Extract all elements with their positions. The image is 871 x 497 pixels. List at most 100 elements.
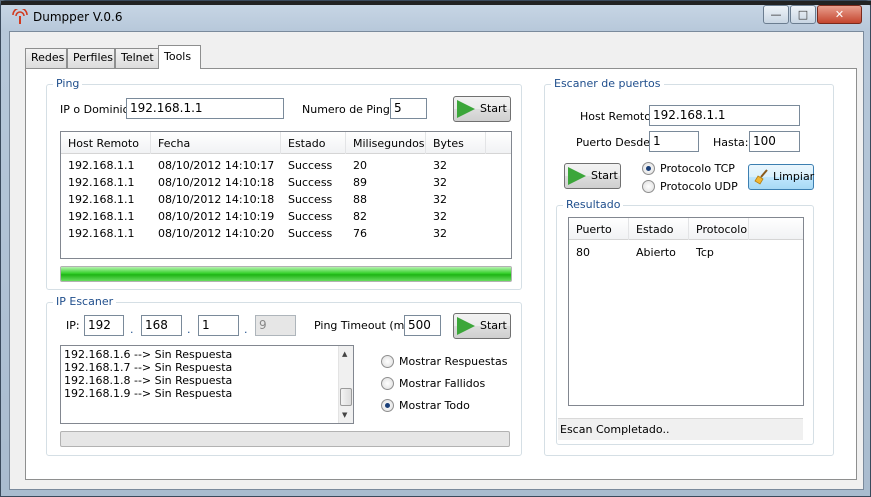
ping-count-label: Numero de Pings: bbox=[302, 103, 400, 116]
octet-dot-2: . bbox=[187, 323, 191, 336]
ping-cell[interactable]: 08/10/2012 14:10:18 bbox=[158, 193, 274, 206]
ping-cell[interactable]: 32 bbox=[433, 176, 447, 189]
result-group: Resultado Puerto Estado Protocolo 80 Abie… bbox=[556, 198, 814, 445]
scroll-thumb[interactable] bbox=[340, 388, 352, 406]
octet-1-input[interactable]: 192 bbox=[84, 315, 124, 336]
scan-progress-bar bbox=[60, 431, 510, 447]
remote-host-input[interactable]: 192.168.1.1 bbox=[649, 105, 800, 126]
ping-start-button[interactable]: Start bbox=[453, 96, 511, 122]
ping-cell[interactable]: 192.168.1.1 bbox=[68, 176, 134, 189]
port-scanner-group: Escaner de puertos Host Remoto: 192.168.… bbox=[544, 77, 834, 456]
port-from-label: Puerto Desde: bbox=[576, 136, 654, 149]
ping-cell[interactable]: 32 bbox=[433, 193, 447, 206]
tools-tab-page: Ping IP o Dominio: 192.168.1.1 Numero de… bbox=[25, 68, 857, 480]
close-button[interactable]: ✕ bbox=[817, 5, 862, 24]
ping-cell[interactable]: 88 bbox=[353, 193, 367, 206]
ping-cell[interactable]: 32 bbox=[433, 159, 447, 172]
ping-cell[interactable]: 192.168.1.1 bbox=[68, 159, 134, 172]
ping-cell[interactable]: 76 bbox=[353, 227, 367, 240]
scan-log-line: 192.168.1.7 --> Sin Respuesta bbox=[64, 361, 233, 374]
scanner-start-button[interactable]: Start bbox=[453, 313, 511, 339]
clear-button[interactable]: Limpiar bbox=[748, 164, 814, 190]
client-area: Redes Perfiles Telnet Tools Ping IP o Do… bbox=[9, 31, 864, 490]
radio-protocolo-tcp[interactable] bbox=[642, 162, 655, 175]
port-cell[interactable]: Abierto bbox=[636, 246, 676, 259]
scanner-start-label: Start bbox=[480, 319, 507, 332]
window-title: Dumpper V.0.6 bbox=[33, 10, 123, 24]
ping-cell[interactable]: Success bbox=[288, 159, 332, 172]
ping-cell[interactable]: 82 bbox=[353, 210, 367, 223]
radio-mostrar-todo[interactable] bbox=[381, 399, 394, 412]
octet-4-input: 9 bbox=[255, 315, 296, 336]
play-icon bbox=[457, 100, 475, 118]
ping-cell[interactable]: Success bbox=[288, 176, 332, 189]
port-status-text: Escan Completado.. bbox=[560, 423, 670, 436]
ping-results-list[interactable]: Host Remoto Fecha Estado Milisegundos By… bbox=[60, 131, 512, 259]
tab-perfiles[interactable]: Perfiles bbox=[67, 48, 115, 68]
col-bytes[interactable]: Bytes bbox=[426, 132, 486, 154]
tab-tools[interactable]: Tools bbox=[158, 45, 201, 69]
ping-progress-fill bbox=[61, 267, 511, 281]
col-puerto[interactable]: Puerto bbox=[569, 218, 629, 240]
mostrar-todo-label[interactable]: Mostrar Todo bbox=[399, 399, 470, 412]
ping-cell[interactable]: 32 bbox=[433, 210, 447, 223]
col-host-remoto[interactable]: Host Remoto bbox=[61, 132, 151, 154]
ip-domain-input[interactable]: 192.168.1.1 bbox=[126, 98, 284, 119]
port-start-button[interactable]: Start bbox=[564, 163, 621, 189]
mostrar-respuestas-label[interactable]: Mostrar Respuestas bbox=[399, 355, 507, 368]
ping-cell[interactable]: Success bbox=[288, 193, 332, 206]
port-cell[interactable]: Tcp bbox=[696, 246, 714, 259]
app-window: Dumpper V.0.6 — □ ✕ Redes Perfiles Telne… bbox=[0, 0, 871, 497]
scan-log-textarea[interactable]: 192.168.1.6 --> Sin Respuesta 192.168.1.7… bbox=[60, 345, 354, 424]
port-from-input[interactable]: 1 bbox=[649, 131, 699, 152]
ping-count-input[interactable]: 5 bbox=[390, 98, 427, 119]
col-protocolo[interactable]: Protocolo bbox=[689, 218, 749, 240]
radio-protocolo-udp[interactable] bbox=[642, 180, 655, 193]
ping-cell[interactable]: 32 bbox=[433, 227, 447, 240]
radio-mostrar-respuestas[interactable] bbox=[381, 355, 394, 368]
ping-cell[interactable]: 192.168.1.1 bbox=[68, 210, 134, 223]
port-cell[interactable]: 80 bbox=[576, 246, 590, 259]
radio-mostrar-fallidos[interactable] bbox=[381, 377, 394, 390]
ping-group: Ping IP o Dominio: 192.168.1.1 Numero de… bbox=[46, 77, 522, 290]
ping-cell[interactable]: 192.168.1.1 bbox=[68, 193, 134, 206]
ping-cell[interactable]: 08/10/2012 14:10:18 bbox=[158, 176, 274, 189]
ping-cell[interactable]: 192.168.1.1 bbox=[68, 227, 134, 240]
tab-redes[interactable]: Redes bbox=[25, 48, 67, 68]
scroll-up-arrow-icon[interactable]: ▲ bbox=[342, 350, 347, 358]
octet-2-input[interactable]: 168 bbox=[141, 315, 182, 336]
ping-results-header: Host Remoto Fecha Estado Milisegundos By… bbox=[61, 132, 511, 154]
ping-cell[interactable]: 08/10/2012 14:10:19 bbox=[158, 210, 274, 223]
ip-scanner-group: IP Escaner IP: 192 . 168 . 1 . 9 Ping Ti… bbox=[46, 295, 522, 456]
col-milisegundos[interactable]: Milisegundos bbox=[346, 132, 426, 154]
port-results-header: Puerto Estado Protocolo bbox=[569, 218, 803, 240]
octet-dot-3: . bbox=[244, 323, 248, 336]
scan-log-line: 192.168.1.6 --> Sin Respuesta bbox=[64, 348, 233, 361]
col-port-estado[interactable]: Estado bbox=[629, 218, 689, 240]
ping-timeout-input[interactable]: 500 bbox=[404, 315, 441, 336]
port-to-input[interactable]: 100 bbox=[749, 131, 800, 152]
col-estado[interactable]: Estado bbox=[281, 132, 346, 154]
port-results-list[interactable]: Puerto Estado Protocolo 80 Abierto Tcp bbox=[568, 217, 804, 406]
play-icon bbox=[457, 317, 475, 335]
ping-cell[interactable]: 20 bbox=[353, 159, 367, 172]
scan-log-line: 192.168.1.8 --> Sin Respuesta bbox=[64, 374, 233, 387]
octet-3-input[interactable]: 1 bbox=[198, 315, 239, 336]
scan-log-scrollbar[interactable]: ▲ ▼ bbox=[338, 346, 353, 423]
protocolo-udp-label[interactable]: Protocolo UDP bbox=[660, 180, 738, 193]
ping-cell[interactable]: 08/10/2012 14:10:20 bbox=[158, 227, 274, 240]
port-status-bar: Escan Completado.. bbox=[558, 418, 803, 440]
ping-timeout-label: Ping Timeout (ms): bbox=[314, 319, 419, 332]
minimize-button[interactable]: — bbox=[763, 5, 789, 24]
ping-cell[interactable]: Success bbox=[288, 227, 332, 240]
tab-telnet[interactable]: Telnet bbox=[115, 48, 159, 68]
ping-cell[interactable]: 08/10/2012 14:10:17 bbox=[158, 159, 274, 172]
ping-cell[interactable]: Success bbox=[288, 210, 332, 223]
protocolo-tcp-label[interactable]: Protocolo TCP bbox=[660, 162, 735, 175]
mostrar-fallidos-label[interactable]: Mostrar Fallidos bbox=[399, 377, 485, 390]
ping-cell[interactable]: 89 bbox=[353, 176, 367, 189]
maximize-button[interactable]: □ bbox=[790, 5, 816, 24]
scroll-down-arrow-icon[interactable]: ▼ bbox=[342, 411, 347, 419]
col-fecha[interactable]: Fecha bbox=[151, 132, 281, 154]
port-scanner-group-title: Escaner de puertos bbox=[551, 77, 664, 90]
